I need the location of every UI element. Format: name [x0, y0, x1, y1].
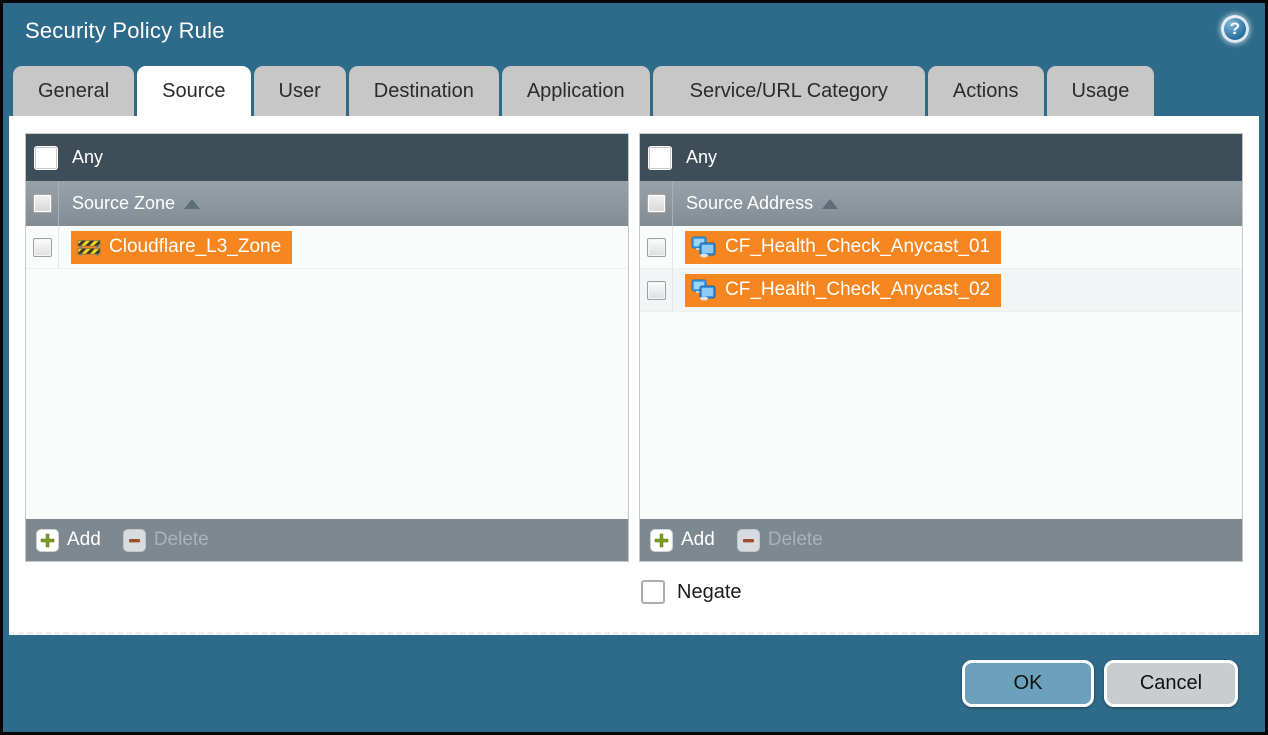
add-label: Add — [681, 529, 715, 551]
address-name: CF_Health_Check_Anycast_02 — [725, 279, 990, 301]
minus-icon — [123, 529, 146, 552]
add-label: Add — [67, 529, 101, 551]
source-zone-any-label: Any — [72, 147, 103, 168]
zone-name: Cloudflare_L3_Zone — [109, 236, 281, 258]
address-group-icon — [691, 279, 717, 301]
negate-label: Negate — [677, 581, 742, 604]
tab-usage[interactable]: Usage — [1047, 66, 1155, 116]
source-address-column-header[interactable]: Source Address — [640, 181, 1242, 226]
source-address-column-label: Source Address — [686, 193, 813, 214]
dialog-title: Security Policy Rule — [25, 18, 225, 44]
plus-icon — [36, 529, 59, 552]
tab-source[interactable]: Source — [137, 66, 250, 116]
address-group-icon — [691, 236, 717, 258]
source-address-any-label: Any — [686, 147, 717, 168]
help-icon[interactable]: ? — [1221, 15, 1249, 43]
delete-button[interactable]: Delete — [737, 529, 823, 552]
title-bar: Security Policy Rule ? — [3, 3, 1265, 66]
source-address-panel: Any Source Address — [639, 133, 1243, 562]
tab-actions[interactable]: Actions — [928, 66, 1044, 116]
source-zone-column-label: Source Zone — [72, 193, 175, 214]
row-checkbox[interactable] — [33, 238, 52, 257]
source-zone-footer: Add Delete — [26, 519, 628, 561]
source-zone-column-header[interactable]: Source Zone — [26, 181, 628, 226]
table-row[interactable]: CF_Health_Check_Anycast_02 — [640, 269, 1242, 312]
security-policy-rule-dialog: Security Policy Rule ? General Source Us… — [0, 0, 1268, 735]
source-zone-list: Cloudflare_L3_Zone — [26, 226, 628, 519]
minus-icon — [737, 529, 760, 552]
source-address-select-all-checkbox[interactable] — [647, 194, 666, 213]
tab-general[interactable]: General — [13, 66, 134, 116]
source-address-footer: Add Delete — [640, 519, 1242, 561]
address-value-pill[interactable]: CF_Health_Check_Anycast_01 — [685, 231, 1001, 264]
address-name: CF_Health_Check_Anycast_01 — [725, 236, 990, 258]
sort-ascending-icon — [184, 199, 200, 209]
add-button[interactable]: Add — [650, 529, 715, 552]
row-checkbox-cell — [26, 226, 59, 268]
select-all-cell — [26, 181, 59, 226]
source-zone-any-header: Any — [26, 134, 628, 181]
plus-icon — [650, 529, 673, 552]
delete-label: Delete — [154, 529, 209, 551]
row-checkbox[interactable] — [647, 238, 666, 257]
tab-application[interactable]: Application — [502, 66, 650, 116]
tab-service-url-category[interactable]: Service/URL Category — [653, 66, 925, 116]
table-row[interactable]: CF_Health_Check_Anycast_01 — [640, 226, 1242, 269]
source-address-any-checkbox[interactable] — [649, 147, 671, 169]
row-checkbox-cell — [640, 226, 673, 268]
sort-ascending-icon — [822, 199, 838, 209]
add-button[interactable]: Add — [36, 529, 101, 552]
source-address-list: CF_Health_Check_Anycast_01 — [640, 226, 1242, 519]
source-zone-panel: Any Source Zone — [25, 133, 629, 562]
row-checkbox-cell — [640, 269, 673, 311]
source-zone-select-all-checkbox[interactable] — [33, 194, 52, 213]
source-tab-content: Any Source Zone — [9, 116, 1259, 635]
source-address-any-header: Any — [640, 134, 1242, 181]
tab-destination[interactable]: Destination — [349, 66, 499, 116]
delete-label: Delete — [768, 529, 823, 551]
zone-icon — [77, 237, 101, 257]
cancel-button[interactable]: Cancel — [1104, 660, 1238, 707]
negate-row: Negate — [641, 580, 1243, 604]
negate-checkbox[interactable] — [641, 580, 665, 604]
table-row[interactable]: Cloudflare_L3_Zone — [26, 226, 628, 269]
address-value-pill[interactable]: CF_Health_Check_Anycast_02 — [685, 274, 1001, 307]
tab-user[interactable]: User — [254, 66, 346, 116]
tab-bar: General Source User Destination Applicat… — [3, 66, 1265, 116]
zone-value-pill[interactable]: Cloudflare_L3_Zone — [71, 231, 292, 264]
dialog-footer: OK Cancel — [3, 635, 1265, 732]
ok-button[interactable]: OK — [962, 660, 1094, 707]
row-checkbox[interactable] — [647, 281, 666, 300]
source-zone-any-checkbox[interactable] — [35, 147, 57, 169]
delete-button[interactable]: Delete — [123, 529, 209, 552]
select-all-cell — [640, 181, 673, 226]
